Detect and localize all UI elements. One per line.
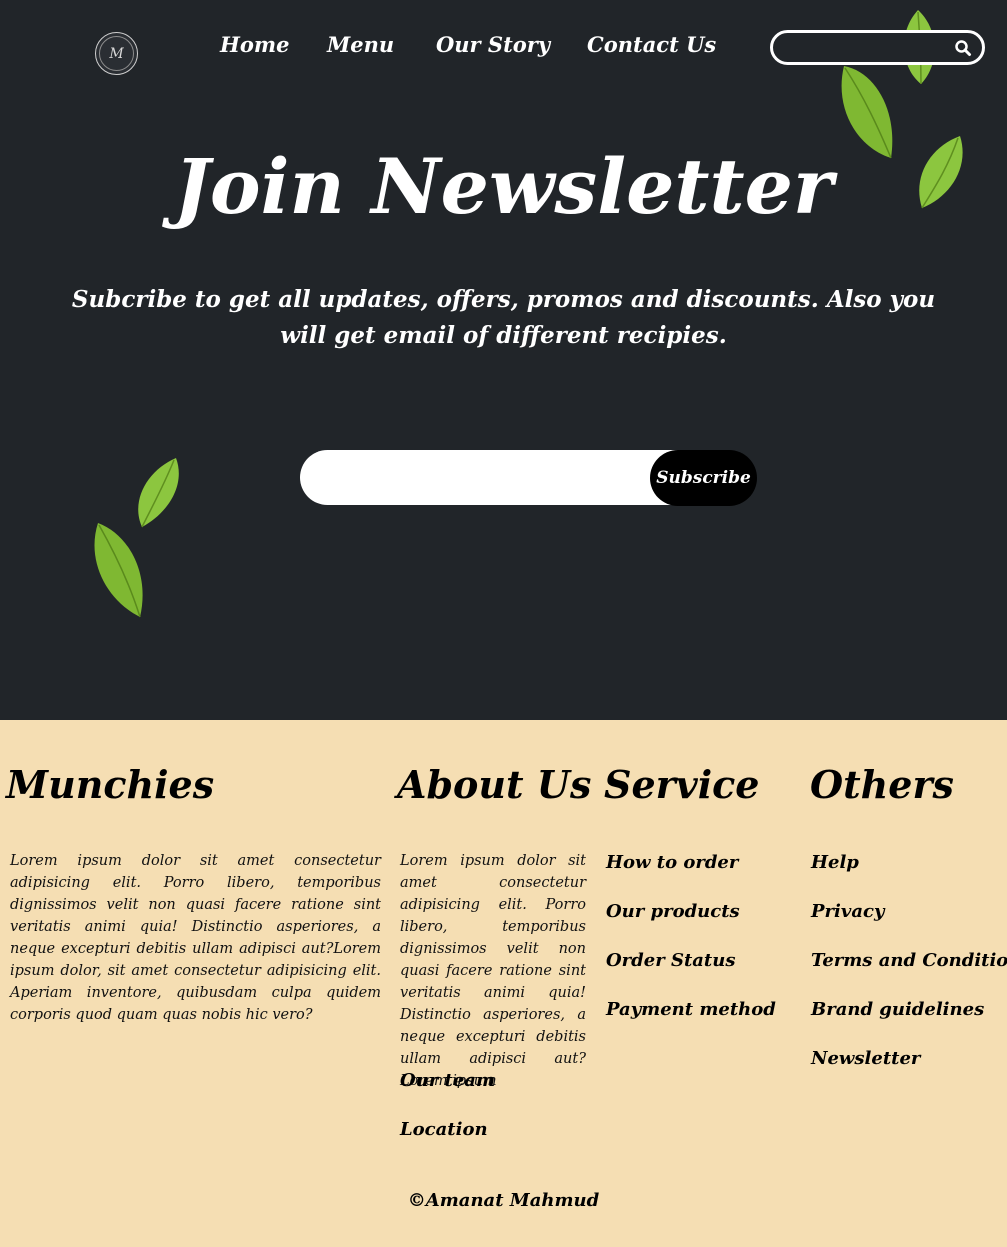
footer-title-others: Others [810,762,954,807]
footer-link-our-products[interactable]: Our products [606,901,740,922]
basil-leaf-icon [138,458,179,528]
footer-link-payment-method[interactable]: Payment method [606,999,776,1020]
footer-link-order-status[interactable]: Order Status [606,950,735,971]
email-field[interactable] [300,450,680,505]
nav-item-contact-us[interactable]: Contact Us [587,32,716,57]
footer-link-privacy[interactable]: Privacy [811,901,884,922]
nav-item-menu[interactable]: Menu [327,32,394,57]
subscribe-button[interactable]: Subscribe [650,450,757,506]
footer-link-brand-guidelines[interactable]: Brand guidelines [811,999,984,1020]
search-icon[interactable] [954,39,972,57]
footer-link-newsletter[interactable]: Newsletter [811,1048,920,1069]
footer-link-our-team[interactable]: Our team [400,1070,495,1091]
search-box [770,30,985,65]
copyright: ©Amanat Mahmud [407,1190,600,1211]
footer-link-how-to-order[interactable]: How to order [606,852,738,873]
logo[interactable]: M [95,32,138,75]
hero-subtitle: Subcribe to get all updates, offers, pro… [71,286,936,349]
search-input[interactable] [785,37,950,59]
footer-title-about-us: About Us [397,762,592,807]
footer-link-location[interactable]: Location [400,1119,488,1140]
logo-text: M [99,36,134,71]
footer-about-text: Lorem ipsum dolor sit amet consectetur a… [400,853,586,1089]
footer: Munchies Lorem ipsum dolor sit amet cons… [0,720,1007,1247]
hero-section: M Home Menu Our Story Contact Us Join Ne… [0,0,1007,720]
page-title: Join Newsletter [173,142,834,231]
basil-leaf-icon [94,523,143,618]
footer-link-help[interactable]: Help [811,852,859,873]
footer-munchies-text: Lorem ipsum dolor sit amet consectetur a… [10,853,381,1023]
footer-title-service: Service [604,762,760,807]
footer-link-terms[interactable]: Terms and Condition [811,950,1007,971]
nav-item-home[interactable]: Home [220,32,289,57]
footer-title-munchies: Munchies [6,762,215,807]
nav-item-our-story[interactable]: Our Story [436,32,550,57]
